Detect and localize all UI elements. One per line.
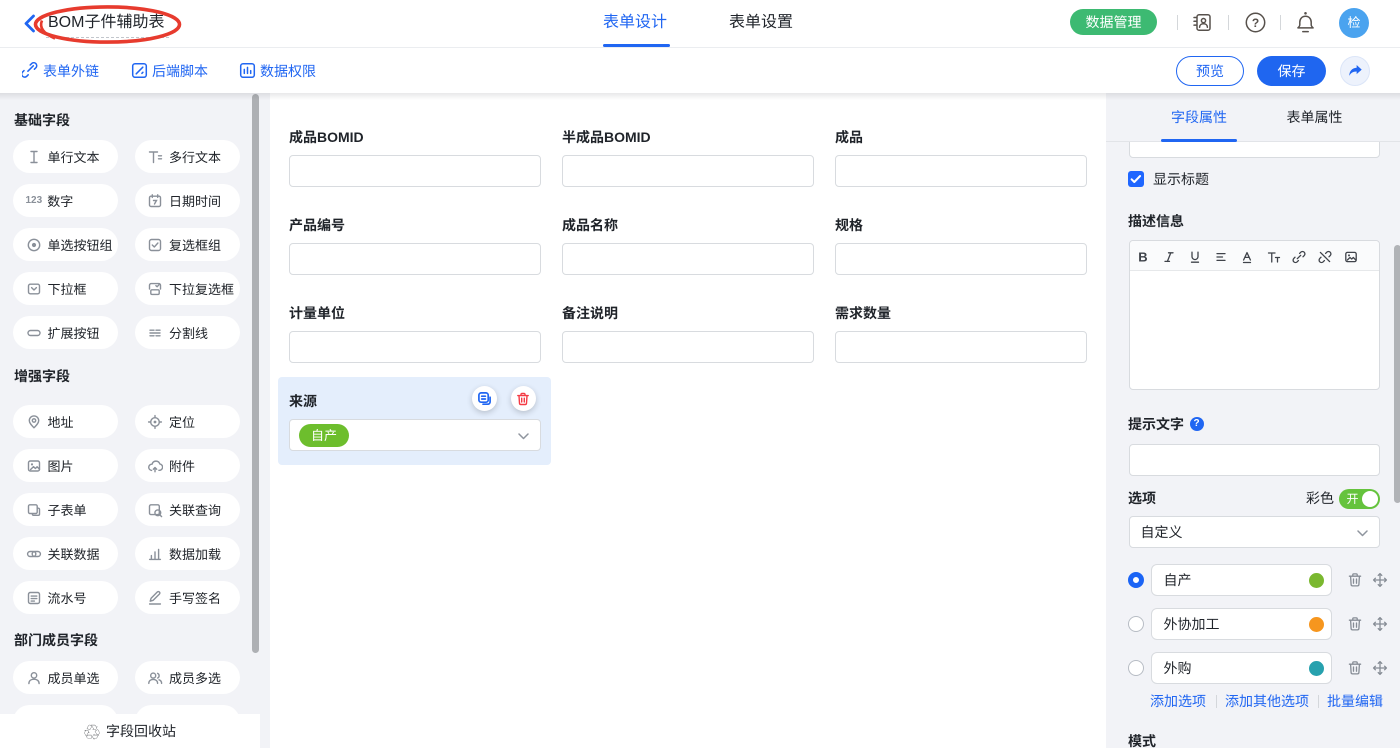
svg-text:?: ?: [1252, 16, 1259, 30]
svg-text:B: B: [1138, 249, 1147, 264]
